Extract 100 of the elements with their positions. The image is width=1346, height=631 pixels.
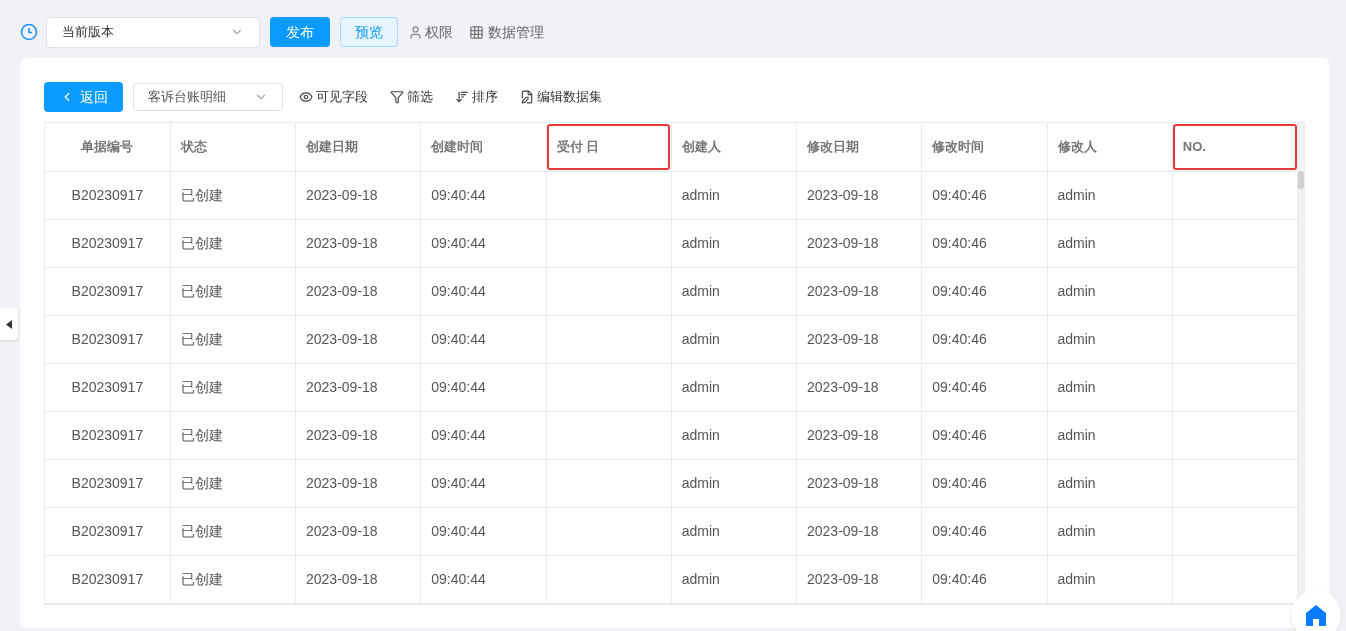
table-cell: 09:40:46 bbox=[921, 315, 1047, 363]
table-cell: 已创建 bbox=[170, 219, 296, 267]
table-cell: B20230917 bbox=[45, 411, 171, 459]
eye-icon bbox=[299, 90, 313, 104]
table-cell: B20230917 bbox=[45, 171, 171, 219]
table-cell: 09:40:44 bbox=[420, 315, 546, 363]
table-cell: admin bbox=[671, 315, 797, 363]
table-cell: 09:40:44 bbox=[420, 459, 546, 507]
column-header: 修改日期 bbox=[796, 123, 922, 171]
table-cell: admin bbox=[1047, 267, 1173, 315]
table-cell: 09:40:44 bbox=[420, 171, 546, 219]
table-cell: 09:40:46 bbox=[921, 459, 1047, 507]
table-cell: 2023-09-18 bbox=[295, 459, 421, 507]
table-cell: admin bbox=[671, 411, 797, 459]
table-cell: 已创建 bbox=[170, 315, 296, 363]
table-cell: admin bbox=[1047, 411, 1173, 459]
table-cell: B20230917 bbox=[45, 219, 171, 267]
dataset-select[interactable]: 客诉台账明细 bbox=[133, 83, 283, 111]
table-cell: 2023-09-18 bbox=[295, 315, 421, 363]
table-cell: admin bbox=[671, 555, 797, 603]
table-cell: 2023-09-18 bbox=[295, 267, 421, 315]
table-cell: 2023-09-18 bbox=[295, 219, 421, 267]
table-cell: 09:40:46 bbox=[921, 555, 1047, 603]
table-cell: 2023-09-18 bbox=[796, 219, 922, 267]
table-cell: 2023-09-18 bbox=[796, 363, 922, 411]
permission-link[interactable]: 权限 bbox=[425, 21, 453, 43]
table-cell: 09:40:46 bbox=[921, 267, 1047, 315]
table-cell: admin bbox=[671, 219, 797, 267]
toolbar-action[interactable]: 编辑数据集 bbox=[514, 87, 608, 107]
table-cell: 2023-09-18 bbox=[796, 171, 922, 219]
column-header: 单据编号 bbox=[45, 123, 171, 171]
table-cell: admin bbox=[671, 171, 797, 219]
table-cell: admin bbox=[1047, 363, 1173, 411]
table-cell: admin bbox=[1047, 459, 1173, 507]
toolbar-action[interactable]: 筛选 bbox=[384, 87, 439, 107]
table-cell: admin bbox=[671, 507, 797, 555]
table-cell: 09:40:44 bbox=[420, 219, 546, 267]
table-cell: 09:40:44 bbox=[420, 267, 546, 315]
home-icon bbox=[1305, 604, 1327, 626]
toolbar-action[interactable]: 排序 bbox=[449, 87, 504, 107]
table-cell: B20230917 bbox=[45, 555, 171, 603]
table-cell: admin bbox=[1047, 171, 1173, 219]
scrollbar-thumb[interactable] bbox=[1298, 171, 1304, 189]
edit-icon bbox=[520, 90, 534, 104]
table-cell: admin bbox=[1047, 555, 1173, 603]
version-select[interactable]: 当前版本 bbox=[46, 16, 260, 48]
table-cell: 09:40:44 bbox=[420, 555, 546, 603]
grid-icon bbox=[469, 24, 484, 40]
table-cell: 2023-09-18 bbox=[796, 267, 922, 315]
caret-left-icon bbox=[6, 319, 12, 329]
sort-icon bbox=[455, 90, 469, 104]
table-cell: 09:40:46 bbox=[921, 363, 1047, 411]
table-cell: B20230917 bbox=[45, 459, 171, 507]
table-cell: 2023-09-18 bbox=[796, 459, 922, 507]
table-cell: B20230917 bbox=[45, 315, 171, 363]
table-cell: admin bbox=[1047, 315, 1173, 363]
data-management-link[interactable]: 数据管理 bbox=[488, 21, 544, 43]
table-cell: B20230917 bbox=[45, 363, 171, 411]
user-icon bbox=[408, 24, 423, 40]
clock-icon bbox=[20, 23, 38, 41]
table-cell: 已创建 bbox=[170, 267, 296, 315]
table-cell: 已创建 bbox=[170, 411, 296, 459]
table-cell: B20230917 bbox=[45, 507, 171, 555]
table-cell: 已创建 bbox=[170, 171, 296, 219]
table-cell: 09:40:44 bbox=[420, 363, 546, 411]
column-header: 创建人 bbox=[671, 123, 797, 171]
table-cell: 09:40:44 bbox=[420, 411, 546, 459]
column-header: 修改时间 bbox=[921, 123, 1047, 171]
column-header: 创建时间 bbox=[420, 123, 546, 171]
table-cell: 2023-09-18 bbox=[295, 555, 421, 603]
collapse-tab[interactable] bbox=[0, 308, 18, 340]
table-cell: 09:40:46 bbox=[921, 411, 1047, 459]
table-cell: 09:40:46 bbox=[921, 171, 1047, 219]
table-cell: admin bbox=[671, 267, 797, 315]
table-cell: 2023-09-18 bbox=[295, 363, 421, 411]
table-cell: admin bbox=[1047, 507, 1173, 555]
table-cell: 已创建 bbox=[170, 507, 296, 555]
table-cell: B20230917 bbox=[45, 267, 171, 315]
table-cell: 已创建 bbox=[170, 459, 296, 507]
toolbar-action[interactable]: 可见字段 bbox=[293, 87, 374, 107]
table-cell: 2023-09-18 bbox=[796, 315, 922, 363]
table-cell: 2023-09-18 bbox=[796, 507, 922, 555]
table-cell: 2023-09-18 bbox=[295, 411, 421, 459]
table-cell: 09:40:44 bbox=[420, 507, 546, 555]
table-cell: 09:40:46 bbox=[921, 219, 1047, 267]
table-cell: 已创建 bbox=[170, 555, 296, 603]
column-header: 状态 bbox=[170, 123, 296, 171]
column-header: 受付 日 bbox=[546, 123, 672, 171]
filter-icon bbox=[390, 90, 404, 104]
table-cell: 2023-09-18 bbox=[295, 171, 421, 219]
table-cell: admin bbox=[671, 363, 797, 411]
column-header: NO. bbox=[1172, 123, 1298, 171]
table-cell: admin bbox=[1047, 219, 1173, 267]
home-button[interactable] bbox=[1291, 590, 1341, 631]
column-header: 创建日期 bbox=[295, 123, 421, 171]
table-cell: 2023-09-18 bbox=[796, 555, 922, 603]
table-cell: admin bbox=[671, 459, 797, 507]
table-cell: 已创建 bbox=[170, 363, 296, 411]
table-cell: 2023-09-18 bbox=[796, 411, 922, 459]
column-header: 修改人 bbox=[1047, 123, 1173, 171]
